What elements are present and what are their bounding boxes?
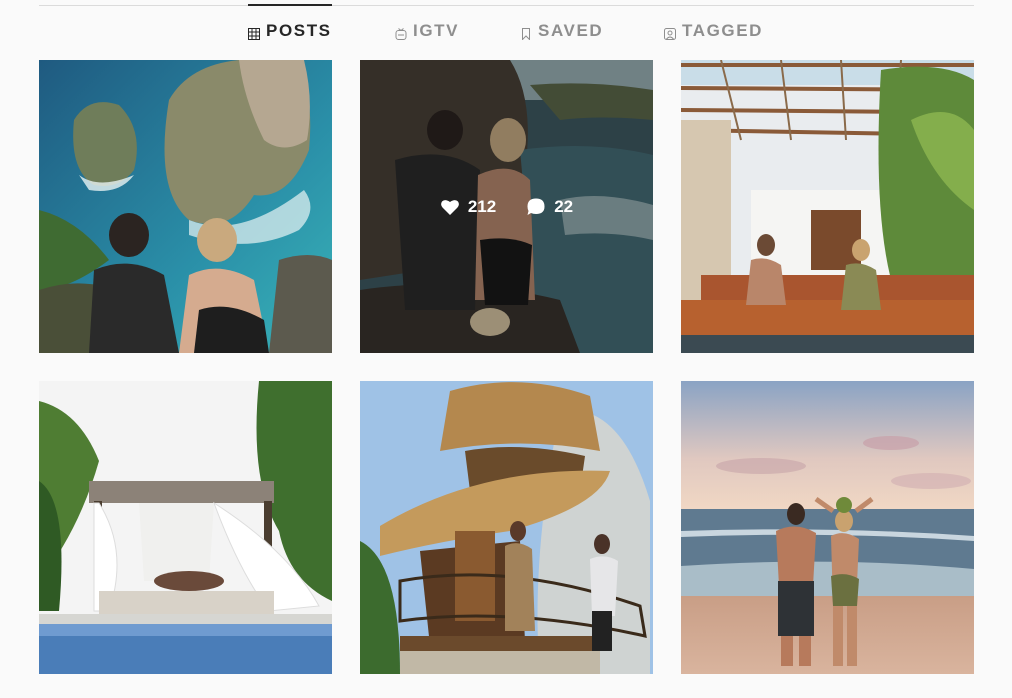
tab-tagged[interactable]: TAGGED: [664, 5, 763, 57]
post-image: [39, 381, 332, 674]
post-thumbnail[interactable]: 212 22: [360, 60, 653, 353]
post-thumbnail[interactable]: [681, 60, 974, 353]
tab-igtv-label: IGTV: [413, 21, 460, 40]
bookmark-icon: [520, 25, 532, 41]
tab-saved[interactable]: SAVED: [520, 5, 603, 57]
igtv-icon: [395, 25, 407, 40]
post-image: [681, 60, 974, 353]
grid-icon: [248, 25, 260, 40]
tab-saved-label: SAVED: [538, 21, 604, 40]
profile-tabs: POSTS IGTV SAVED TAGGED: [0, 0, 1012, 58]
tab-tagged-label: TAGGED: [682, 21, 764, 40]
post-thumbnail[interactable]: [39, 60, 332, 353]
post-thumbnail[interactable]: [681, 381, 974, 674]
likes-count: 212: [440, 197, 496, 217]
tab-posts[interactable]: POSTS: [248, 4, 332, 57]
post-thumbnail[interactable]: [360, 381, 653, 674]
tab-igtv[interactable]: IGTV: [395, 5, 459, 57]
post-image: [681, 381, 974, 674]
heart-icon: [440, 199, 459, 215]
tab-posts-label: POSTS: [266, 21, 332, 40]
post-image: [39, 60, 332, 353]
comments-value: 22: [554, 196, 574, 216]
post-thumbnail[interactable]: [39, 381, 332, 674]
post-image: [360, 381, 653, 674]
likes-value: 212: [467, 196, 497, 216]
comment-icon: [527, 198, 545, 215]
tag-icon: [664, 25, 676, 40]
comments-count: 22: [526, 197, 573, 217]
post-hover-overlay: 212 22: [360, 60, 653, 353]
